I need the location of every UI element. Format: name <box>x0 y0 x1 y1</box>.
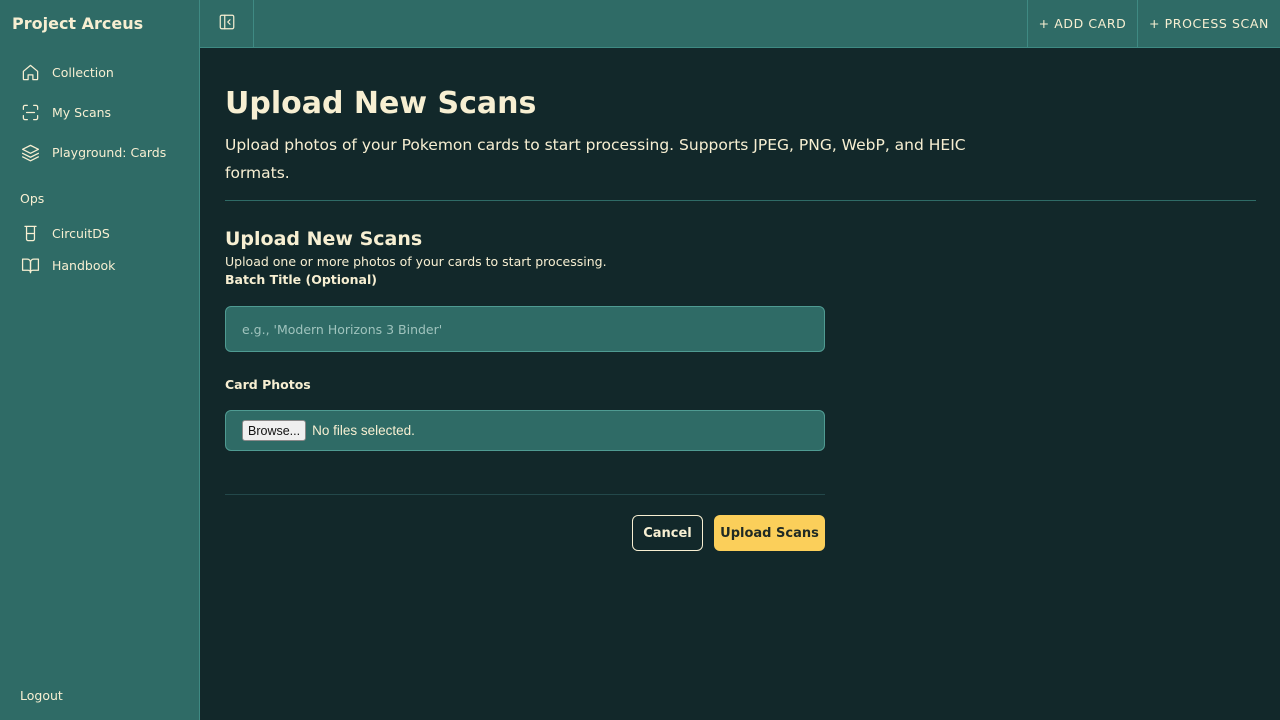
form-description: Upload one or more photos of your cards … <box>225 254 607 269</box>
sidebar: Project Arceus Collection My Scans Playg… <box>0 0 200 720</box>
form-divider <box>225 494 825 495</box>
book-open-icon <box>20 255 40 275</box>
sidebar-item-circuitds[interactable]: CircuitDS <box>20 222 110 244</box>
sidebar-item-playground-cards[interactable]: Playground: Cards <box>20 141 166 163</box>
cancel-button[interactable]: Cancel <box>632 515 703 551</box>
home-icon <box>20 62 40 82</box>
sidebar-toggle-button[interactable] <box>200 0 254 47</box>
card-photos-label: Card Photos <box>225 377 311 392</box>
sidebar-item-label: CircuitDS <box>52 225 110 241</box>
form-title: Upload New Scans <box>225 228 423 250</box>
upload-scans-button[interactable]: Upload Scans <box>714 515 825 551</box>
browse-button[interactable]: Browse... <box>242 420 307 441</box>
batch-title-input[interactable] <box>225 306 825 352</box>
sidebar-item-label: Playground: Cards <box>52 144 167 160</box>
sidebar-item-label: My Scans <box>52 104 112 120</box>
divider <box>225 200 1256 201</box>
sidebar-item-collection[interactable]: Collection <box>20 61 114 83</box>
sidebar-item-my-scans[interactable]: My Scans <box>20 101 111 123</box>
sidebar-item-label: Handbook <box>52 257 116 273</box>
process-scan-button[interactable]: + PROCESS SCAN <box>1137 0 1280 47</box>
sidebar-section-ops: Ops <box>20 191 45 206</box>
page-title: Upload New Scans <box>225 86 537 121</box>
add-card-button[interactable]: + ADD CARD <box>1027 0 1137 47</box>
sidebar-item-label: Collection <box>52 64 114 80</box>
batch-title-label: Batch Title (Optional) <box>225 272 377 287</box>
scan-icon <box>20 102 40 122</box>
layers-icon <box>20 142 40 162</box>
sidebar-collapse-icon <box>218 13 236 35</box>
top-bar: + ADD CARD + PROCESS SCAN <box>200 0 1280 48</box>
file-status: No files selected. <box>312 423 415 438</box>
sidebar-item-handbook[interactable]: Handbook <box>20 254 115 276</box>
page-description: Upload photos of your Pokemon cards to s… <box>225 136 966 182</box>
card-photos-file-input[interactable]: Browse... No files selected. <box>225 410 825 451</box>
app-title: Project Arceus <box>12 14 144 33</box>
logout-link[interactable]: Logout <box>20 688 63 703</box>
beaker-icon <box>20 223 40 243</box>
